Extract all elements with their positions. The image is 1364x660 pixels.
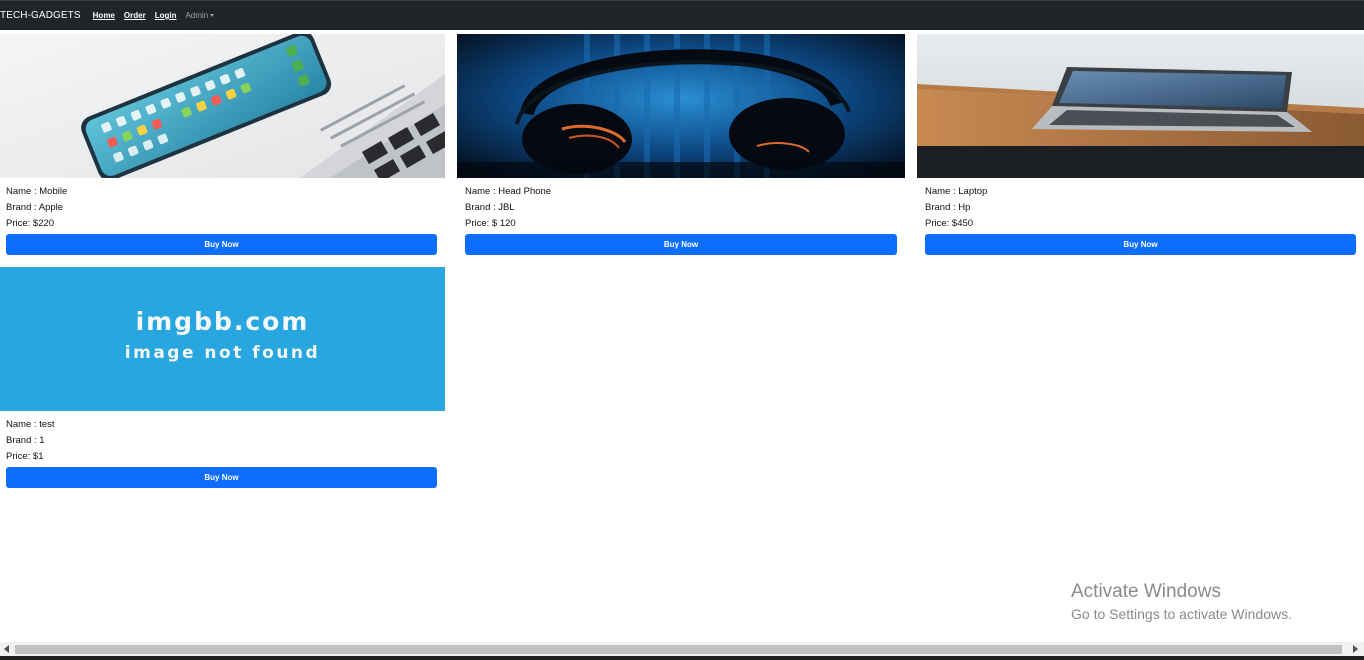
taskbar-edge — [0, 656, 1364, 660]
product-card-headphone: Name : Head Phone Brand : JBL Price: $ 1… — [457, 34, 905, 256]
product-name: Name : test — [6, 419, 55, 430]
scrollbar-thumb[interactable] — [15, 645, 1342, 654]
product-card-mobile: Name : Mobile Brand : Apple Price: $220 … — [0, 34, 445, 256]
product-brand: Brand : 1 — [6, 435, 45, 446]
top-navbar: TECH-GADGETS Home Order Login Admin — [0, 0, 1364, 30]
product-name: Name : Laptop — [925, 186, 988, 197]
product-image-laptop — [917, 34, 1364, 178]
buy-now-button-test[interactable]: Buy Now — [6, 467, 437, 488]
product-price: Price: $220 — [6, 218, 55, 229]
buy-now-button-laptop[interactable]: Buy Now — [925, 234, 1356, 255]
product-name: Name : Head Phone — [465, 186, 552, 197]
product-price: Price: $450 — [925, 218, 974, 229]
placeholder-image-title: imgbb.com — [135, 307, 310, 336]
product-card-laptop: Name : Laptop Brand : Hp Price: $450 Buy… — [917, 34, 1364, 256]
nav-link-home[interactable]: Home — [93, 11, 115, 20]
product-info-laptop: Name : Laptop Brand : Hp Price: $450 — [925, 184, 987, 232]
buy-now-button-headphone[interactable]: Buy Now — [465, 234, 897, 255]
watermark-subtitle: Go to Settings to activate Windows. — [1071, 606, 1292, 622]
scroll-right-arrow-icon[interactable] — [1353, 645, 1358, 653]
product-card-test: imgbb.com image not found Name : test Br… — [0, 267, 445, 489]
buy-now-button-mobile[interactable]: Buy Now — [6, 234, 437, 255]
scroll-left-arrow-icon[interactable] — [4, 645, 9, 653]
caret-down-icon — [210, 14, 215, 17]
product-brand: Brand : Hp — [925, 202, 971, 213]
brand-logo-text[interactable]: TECH-GADGETS — [0, 10, 81, 21]
product-name: Name : Mobile — [6, 186, 68, 197]
placeholder-image-subtitle: image not found — [124, 343, 321, 363]
product-price: Price: $ 120 — [465, 218, 516, 229]
nav-admin-dropdown[interactable]: Admin — [185, 11, 215, 20]
activate-windows-watermark: Activate Windows Go to Settings to activ… — [1071, 580, 1292, 624]
nav-admin-label: Admin — [185, 11, 209, 20]
horizontal-scrollbar[interactable] — [0, 642, 1364, 656]
nav-link-order[interactable]: Order — [124, 11, 146, 20]
nav-link-login[interactable]: Login — [155, 11, 177, 20]
product-info-headphone: Name : Head Phone Brand : JBL Price: $ 1… — [465, 184, 551, 232]
product-image-headphone — [457, 34, 905, 178]
product-brand: Brand : JBL — [465, 202, 515, 213]
product-image-test-placeholder: imgbb.com image not found — [0, 267, 445, 411]
product-brand: Brand : Apple — [6, 202, 64, 213]
product-price: Price: $1 — [6, 451, 44, 462]
product-image-mobile — [0, 34, 445, 178]
product-info-test: Name : test Brand : 1 Price: $1 — [6, 417, 55, 465]
product-info-mobile: Name : Mobile Brand : Apple Price: $220 — [6, 184, 67, 232]
watermark-title: Activate Windows — [1071, 581, 1221, 602]
